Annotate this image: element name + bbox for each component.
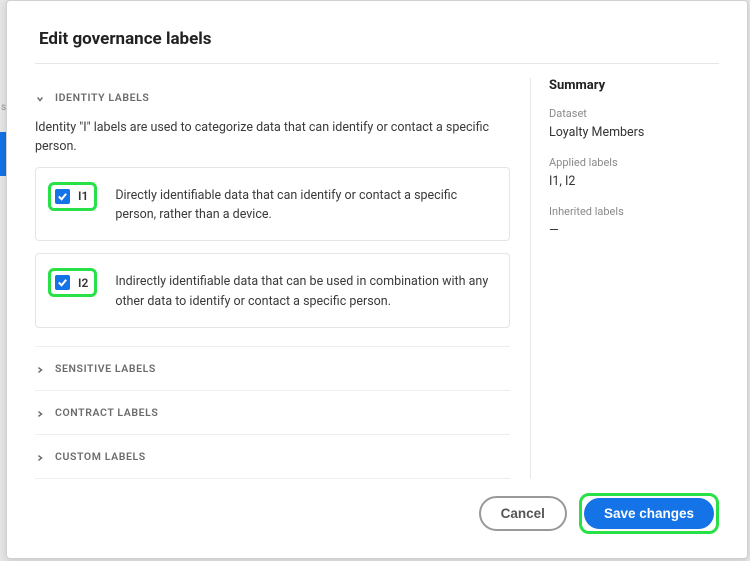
labels-panel: IDENTITY LABELS Identity "I" labels are … [35, 64, 530, 479]
chevron-down-icon [35, 88, 45, 107]
label-card-i1: I1 Directly identifiable data that can i… [35, 167, 510, 242]
label-code-i2: I2 [78, 276, 88, 290]
section-title: SENSITIVE LABELS [55, 362, 156, 375]
dialog-body: IDENTITY LABELS Identity "I" labels are … [7, 64, 747, 479]
section-contract-labels[interactable]: CONTRACT LABELS [35, 390, 510, 434]
cancel-button[interactable]: Cancel [479, 496, 567, 531]
checkbox-i1[interactable] [55, 189, 70, 204]
section-sensitive-labels[interactable]: SENSITIVE LABELS [35, 346, 510, 390]
summary-heading: Summary [549, 78, 719, 93]
section-custom-labels[interactable]: CUSTOM LABELS [35, 434, 510, 479]
section-title: CUSTOM LABELS [55, 450, 146, 463]
dialog-header: Edit governance labels [7, 1, 747, 63]
summary-applied-value: I1, I2 [549, 174, 719, 189]
label-description-i2: Indirectly identifiable data that can be… [115, 268, 493, 311]
edit-governance-labels-dialog: Edit governance labels IDENTITY LABELS I… [6, 0, 748, 559]
section-identity-labels[interactable]: IDENTITY LABELS [35, 78, 510, 117]
label-description-i1: Directly identifiable data that can iden… [115, 182, 493, 225]
summary-inherited-value: — [549, 223, 719, 238]
summary-applied-label: Applied labels [549, 156, 719, 169]
summary-inherited-label: Inherited labels [549, 205, 719, 218]
section-title: CONTRACT LABELS [55, 406, 158, 419]
summary-panel: Summary Dataset Loyalty Members Applied … [531, 64, 719, 479]
save-button-highlight: Save changes [579, 493, 719, 534]
chevron-right-icon [35, 359, 45, 378]
summary-dataset-value: Loyalty Members [549, 125, 719, 140]
checkbox-i2-highlight: I2 [48, 268, 97, 297]
save-changes-button[interactable]: Save changes [584, 498, 714, 529]
dialog-footer: Cancel Save changes [7, 479, 747, 558]
summary-dataset-label: Dataset [549, 107, 719, 120]
chevron-right-icon [35, 403, 45, 422]
chevron-right-icon [35, 447, 45, 466]
section-title: IDENTITY LABELS [55, 91, 149, 104]
identity-section-description: Identity "I" labels are used to categori… [35, 117, 510, 167]
checkbox-i1-highlight: I1 [48, 182, 97, 211]
dialog-title: Edit governance labels [39, 29, 715, 49]
label-code-i1: I1 [78, 189, 88, 203]
checkbox-i2[interactable] [55, 275, 70, 290]
label-card-i2: I2 Indirectly identifiable data that can… [35, 253, 510, 328]
